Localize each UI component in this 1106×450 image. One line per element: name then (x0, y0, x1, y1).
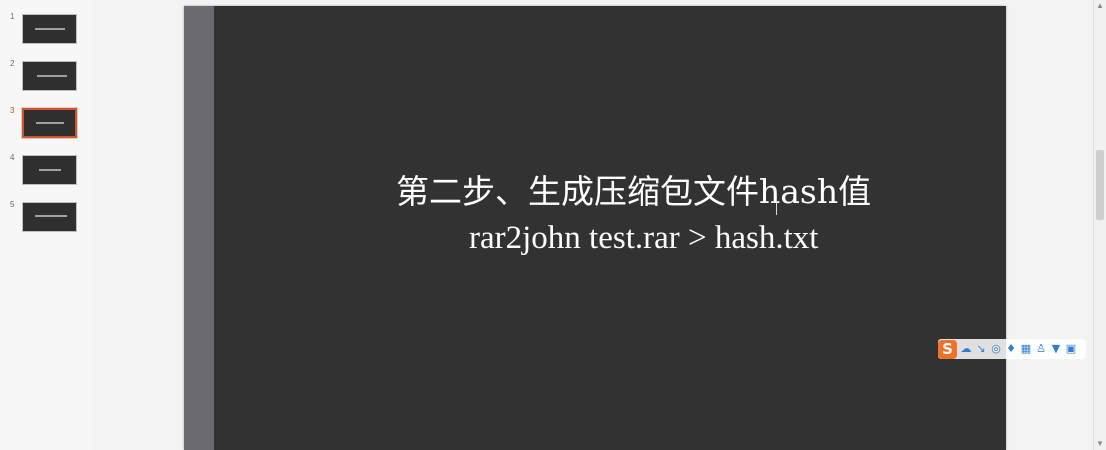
thumbnail-row-5: 5 (0, 200, 92, 240)
user-icon[interactable]: ♙ (1035, 343, 1047, 355)
link-icon[interactable]: ↘ (975, 343, 987, 355)
cloud-icon[interactable]: ☁ (960, 343, 972, 355)
slide-side-bar (184, 6, 214, 450)
thumbnail-row-4: 4 (0, 153, 92, 193)
thumbnail-number: 4 (10, 153, 15, 162)
slide-command-text[interactable]: rar2john test.rar > hash.txt (469, 216, 989, 260)
scroll-down-icon[interactable]: ▼ (1094, 438, 1106, 450)
slide-thumbnail-1[interactable] (22, 14, 77, 44)
vertical-scrollbar[interactable]: ▲ ▼ (1093, 0, 1106, 450)
scroll-up-icon[interactable]: ▲ (1094, 0, 1106, 12)
slide-heading-text[interactable]: 第二步、生成压缩包文件hash值 (396, 170, 956, 214)
slide-thumbnail-3[interactable] (21, 107, 78, 139)
slide-editing-area: 第二步、生成压缩包文件hash值 rar2john test.rar > has… (92, 0, 1094, 450)
current-slide[interactable]: 第二步、生成压缩包文件hash值 rar2john test.rar > has… (184, 6, 1006, 450)
slide-thumbnail-2[interactable] (22, 61, 77, 91)
slide-thumbnail-pane: 1 2 3 4 5 (0, 0, 93, 450)
thumbnail-number: 1 (10, 12, 15, 21)
text-cursor (776, 193, 777, 215)
globe-icon[interactable]: ◎ (990, 343, 1002, 355)
shirt-icon[interactable]: ▼ (1050, 343, 1062, 355)
thumbnail-number: 3 (10, 106, 15, 115)
slide-thumbnail-4[interactable] (22, 155, 77, 185)
thumbnail-number: 5 (10, 200, 15, 209)
sogou-logo-icon[interactable]: S (938, 339, 957, 359)
scrollbar-thumb[interactable] (1096, 150, 1104, 220)
tools-icon[interactable]: ▣ (1065, 343, 1077, 355)
thumbnail-row-1: 1 (0, 12, 92, 52)
ime-toolbar[interactable]: S ☁ ↘ ◎ ♦ ▦ ♙ ▼ ▣ (938, 339, 1086, 359)
mic-icon[interactable]: ♦ (1005, 343, 1017, 355)
keyboard-icon[interactable]: ▦ (1020, 343, 1032, 355)
thumbnail-row-2: 2 (0, 59, 92, 99)
slide-thumbnail-5[interactable] (22, 202, 77, 232)
thumbnail-row-3: 3 (0, 106, 92, 146)
thumbnail-number: 2 (10, 59, 15, 68)
